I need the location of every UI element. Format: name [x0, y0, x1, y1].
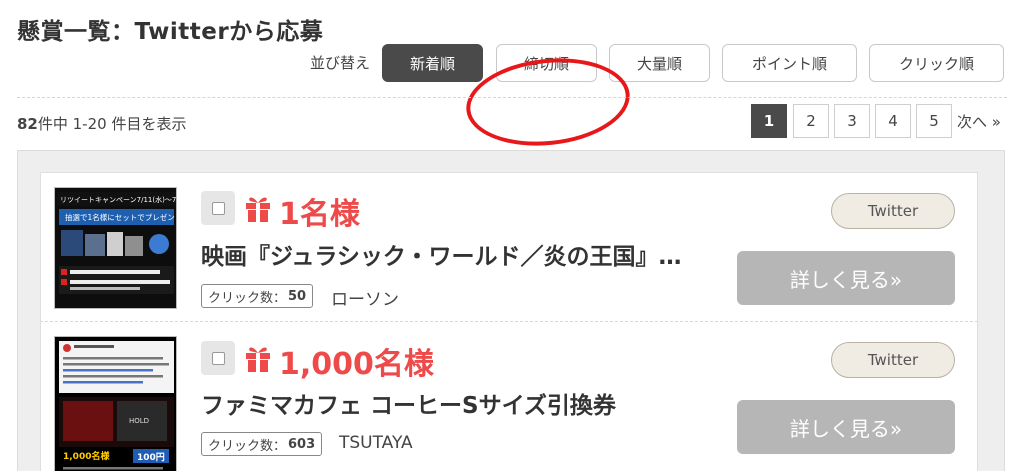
item-thumbnail[interactable]: HOLD 1,000名様 100円 — [54, 336, 177, 471]
sort-deadline-button[interactable]: 締切順 — [496, 44, 597, 82]
result-range: 件中 1-20 件目を表示 — [37, 115, 187, 133]
click-count-label: クリック数： — [208, 290, 287, 306]
next-page-link[interactable]: 次へ » — [957, 111, 1001, 132]
list-item: リツイートキャンペーン7/11(水)～7/17(火)まで 抽選で1名様にセットで… — [40, 172, 978, 322]
sponsor-name: TSUTAYA — [339, 433, 413, 453]
detail-button[interactable]: 詳しく見る» — [737, 251, 955, 305]
sort-points-button[interactable]: ポイント順 — [722, 44, 857, 82]
select-checkbox[interactable] — [201, 191, 235, 225]
thumb-caption: リツイートキャンペーン7/11(水)～7/17(火)まで — [60, 195, 177, 204]
result-count: 82件中 1-20 件目を表示 — [17, 113, 186, 134]
sort-label: 並び替え — [310, 54, 371, 72]
click-count-label: クリック数： — [208, 438, 287, 454]
svg-text:HOLD: HOLD — [129, 417, 149, 425]
item-thumbnail[interactable]: リツイートキャンペーン7/11(水)～7/17(火)まで 抽選で1名様にセットで… — [54, 187, 177, 309]
thumb-subcaption: 100円 — [137, 452, 165, 463]
twitter-tag: Twitter — [831, 193, 955, 229]
list-item: HOLD 1,000名様 100円 1,000名様 ファミマカフェ コーヒーSサ… — [40, 321, 978, 471]
detail-button[interactable]: 詳しく見る» — [737, 400, 955, 454]
result-total: 82 — [17, 115, 38, 133]
click-count-badge: クリック数： 50 — [201, 284, 314, 308]
item-title[interactable]: 映画『ジュラシック・ワールド／炎の王国』… — [201, 237, 681, 271]
click-count-value: 50 — [288, 288, 307, 304]
page-5-button[interactable]: 5 — [916, 104, 952, 138]
sort-clicks-button[interactable]: クリック順 — [869, 44, 1004, 82]
prize-count: 1名様 — [279, 197, 360, 232]
page-4-button[interactable]: 4 — [875, 104, 911, 138]
twitter-tag: Twitter — [831, 342, 955, 378]
divider — [17, 97, 1007, 98]
click-count-badge: クリック数： 603 — [201, 432, 323, 456]
click-count-value: 603 — [288, 436, 316, 452]
sort-newest-button[interactable]: 新着順 — [382, 44, 483, 82]
thumbnail-image: HOLD 1,000名様 100円 — [55, 337, 176, 471]
sort-quantity-button[interactable]: 大量順 — [609, 44, 710, 82]
page-2-button[interactable]: 2 — [793, 104, 829, 138]
sort-bar: 並び替え 新着順 締切順 大量順 ポイント順 クリック順 — [0, 44, 1024, 154]
item-title[interactable]: ファミマカフェ コーヒーSサイズ引換券 — [201, 386, 616, 420]
gift-icon — [246, 197, 270, 222]
page-1-button[interactable]: 1 — [751, 104, 787, 138]
thumb-caption: 1,000名様 — [63, 450, 110, 462]
thumbnail-image: リツイートキャンペーン7/11(水)～7/17(火)まで 抽選で1名様にセットで… — [55, 188, 177, 308]
thumb-subcaption: 抽選で1名様にセットでプレゼント! — [65, 212, 177, 222]
page-title: 懸賞一覧：Twitterから応募 — [17, 19, 324, 45]
select-checkbox[interactable] — [201, 341, 235, 375]
page-3-button[interactable]: 3 — [834, 104, 870, 138]
prize-count: 1,000名様 — [279, 347, 434, 382]
gift-icon — [246, 347, 270, 372]
sponsor-name: ローソン — [331, 290, 399, 310]
